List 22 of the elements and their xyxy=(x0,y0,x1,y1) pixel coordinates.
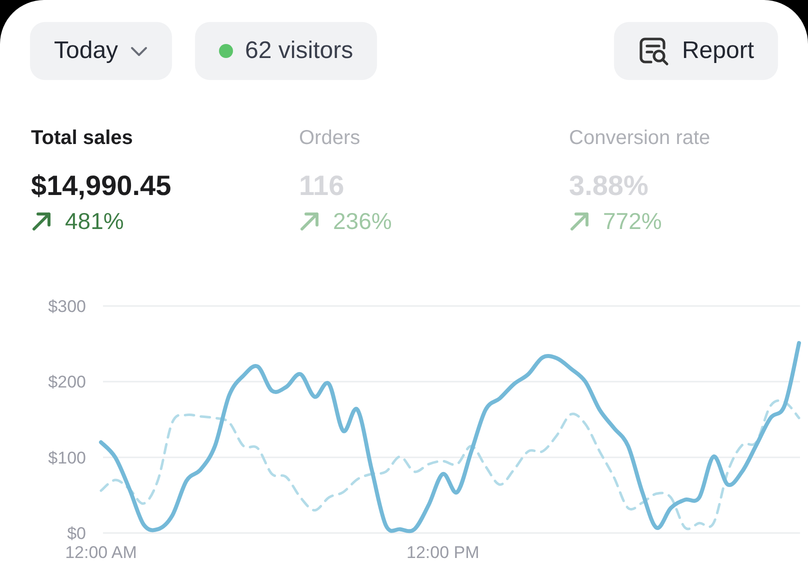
report-search-icon xyxy=(638,36,670,66)
x-axis-label: 12:00 AM xyxy=(65,543,137,562)
x-axis-label: 12:00 PM xyxy=(406,543,480,562)
period-dropdown[interactable]: Today xyxy=(30,22,172,80)
arrow-up-right-icon xyxy=(31,210,53,232)
metric-change: 481% xyxy=(65,207,124,235)
arrow-up-right-icon xyxy=(569,210,591,232)
chevron-down-icon xyxy=(130,45,148,57)
metric-tab[interactable]: Total sales $14,990.45 481% xyxy=(31,126,299,235)
arrow-up-right-icon xyxy=(299,210,321,232)
metric-value: $14,990.45 xyxy=(31,170,172,202)
metric-change: 772% xyxy=(603,207,662,235)
y-axis-label: $300 xyxy=(48,297,86,316)
metric-change: 236% xyxy=(333,207,392,235)
visitors-button[interactable]: 62 visitors xyxy=(195,22,378,80)
metric-label: Orders xyxy=(299,126,360,150)
y-axis-label: $0 xyxy=(67,524,86,543)
y-axis-label: $100 xyxy=(48,448,86,468)
metric-label: Conversion rate xyxy=(569,126,710,150)
metric-label: Total sales xyxy=(31,126,133,150)
y-axis-label: $200 xyxy=(48,372,86,392)
report-button[interactable]: Report xyxy=(614,22,778,80)
